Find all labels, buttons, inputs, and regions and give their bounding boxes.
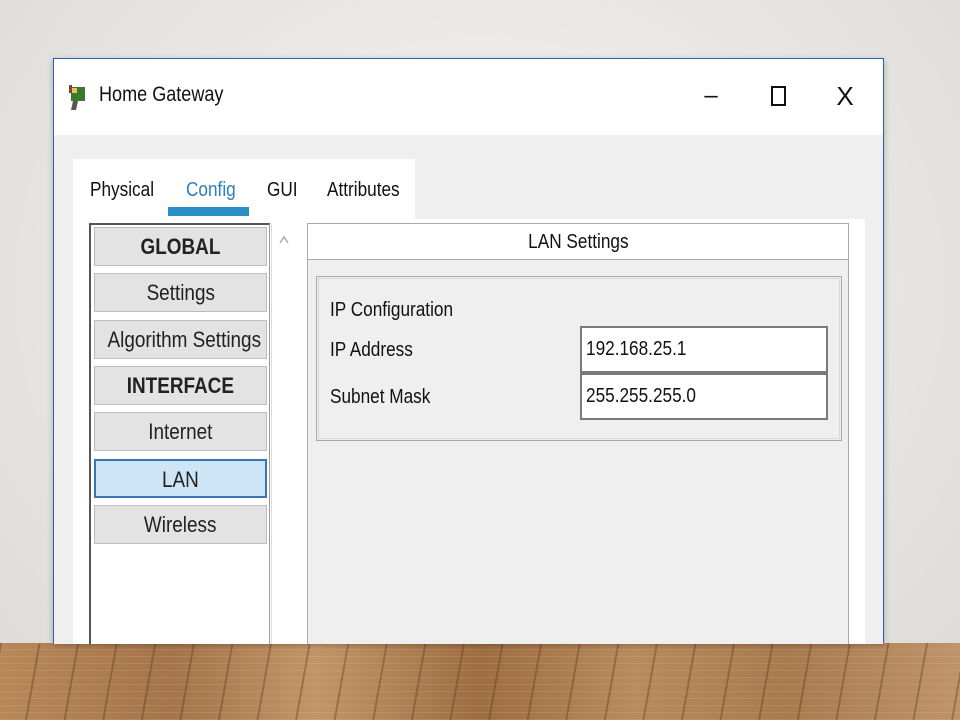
title-bar[interactable]: Home Gateway – X (54, 59, 883, 135)
tab-physical[interactable]: Physical (90, 179, 154, 202)
window-title: Home Gateway (99, 83, 224, 106)
subnet-mask-value: 255.255.255.0 (586, 385, 696, 407)
sidebar-scrollbar[interactable] (271, 223, 295, 644)
ip-address-value: 192.168.25.1 (586, 338, 687, 360)
sidebar-item-internet[interactable]: Internet (94, 412, 267, 451)
wooden-floor-background (0, 643, 960, 720)
sidebar-item-label: GLOBAL (140, 234, 221, 259)
tab-gui[interactable]: GUI (267, 179, 298, 202)
config-sidebar: GLOBAL Settings Algorithm Settings INTER… (89, 223, 270, 644)
ip-configuration-label: IP Configuration (330, 299, 454, 321)
sidebar-item-label: LAN (162, 467, 199, 492)
sidebar-item-label: Settings (146, 280, 215, 305)
router-app-icon (67, 83, 89, 111)
subnet-mask-field[interactable]: 255.255.255.0 (580, 373, 828, 420)
tab-config[interactable]: Config (186, 179, 236, 202)
sidebar-item-label: Wireless (144, 512, 217, 537)
sidebar-item-wireless[interactable]: Wireless (94, 505, 267, 544)
config-panel: GLOBAL Settings Algorithm Settings INTER… (73, 219, 865, 644)
sidebar-item-lan[interactable]: LAN (94, 459, 267, 498)
maximize-icon (770, 86, 786, 106)
scroll-up-icon[interactable] (277, 233, 291, 247)
sidebar-item-settings[interactable]: Settings (94, 273, 267, 312)
sidebar-item-algorithm-settings[interactable]: Algorithm Settings (94, 320, 267, 359)
tab-strip: Physical Config GUI Attributes (73, 159, 415, 219)
lan-settings-title: LAN Settings (527, 231, 629, 253)
ip-configuration-group: IP Configuration IP Address 192.168.25.1… (316, 276, 842, 441)
client-area: Physical Config GUI Attributes GLOBAL Se… (54, 135, 883, 644)
ip-address-label: IP Address (330, 339, 413, 361)
sidebar-item-label: Algorithm Settings (107, 327, 262, 352)
tab-attributes[interactable]: Attributes (327, 179, 400, 202)
sidebar-item-label: Internet (148, 419, 213, 444)
sidebar-header-interface[interactable]: INTERFACE (94, 366, 267, 405)
subnet-mask-label: Subnet Mask (330, 386, 431, 408)
lan-settings-panel: LAN Settings IP Configuration IP Address… (307, 223, 849, 644)
close-button[interactable]: X (830, 81, 860, 111)
ip-address-field[interactable]: 192.168.25.1 (580, 326, 828, 373)
maximize-button[interactable] (763, 81, 793, 111)
sidebar-item-label: INTERFACE (126, 373, 235, 398)
sidebar-header-global[interactable]: GLOBAL (94, 227, 267, 266)
home-gateway-window: Home Gateway – X Physical Config GUI Att… (53, 58, 884, 644)
active-tab-indicator (168, 207, 249, 216)
lan-settings-header: LAN Settings (308, 224, 848, 260)
minimize-button[interactable]: – (696, 81, 726, 111)
